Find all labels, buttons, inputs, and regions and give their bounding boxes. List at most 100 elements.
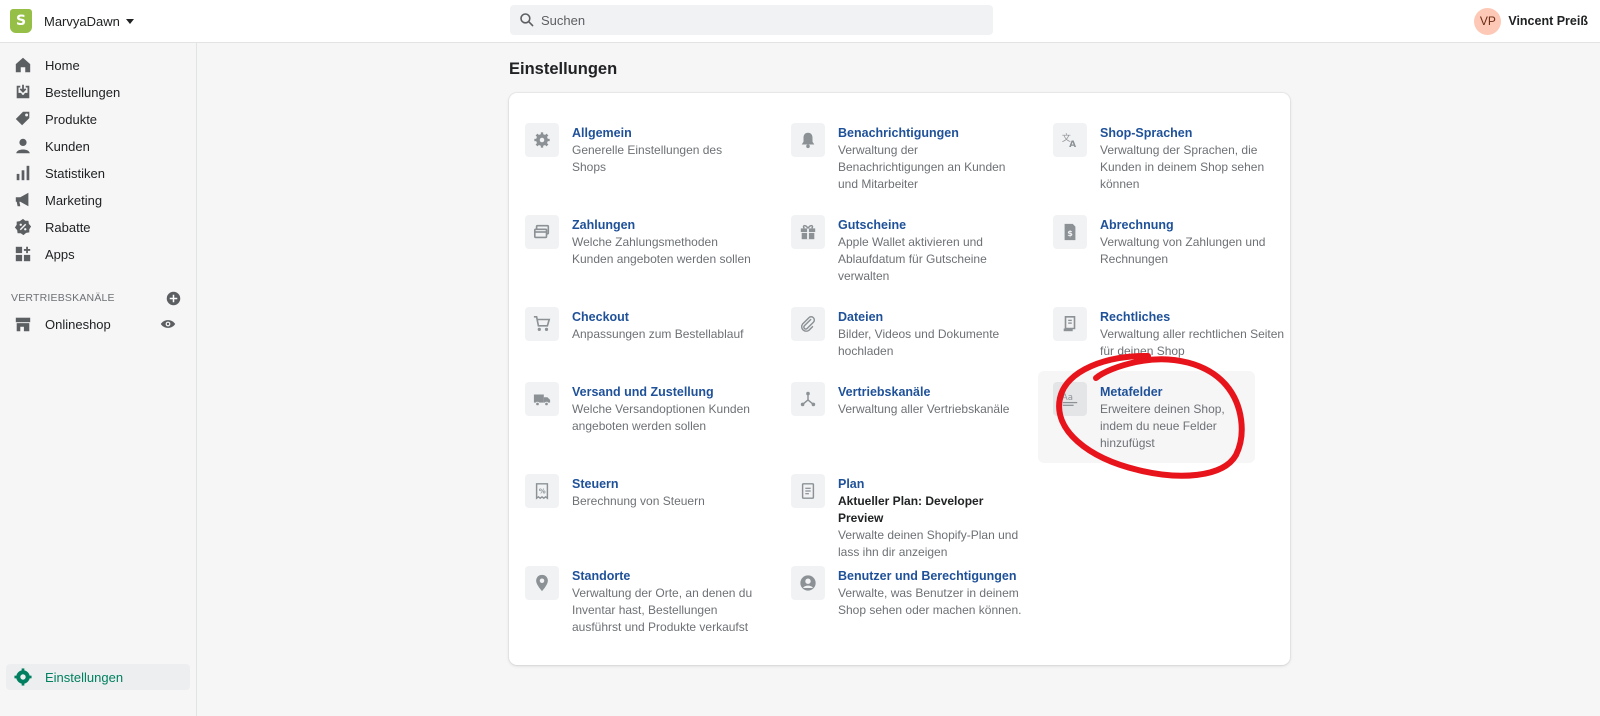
- setting-title: Gutscheine: [838, 218, 907, 232]
- setting-sales-channels[interactable]: Vertriebskanäle Verwaltung aller Vertrieb…: [783, 378, 1033, 422]
- billing-icon: $: [1053, 215, 1087, 249]
- gift-icon: [791, 215, 825, 249]
- avatar: VP: [1474, 7, 1502, 35]
- setting-legal[interactable]: Rechtliches Verwaltung aller rechtlichen …: [1045, 303, 1295, 364]
- setting-description: Verwalte deinen Shopify-Plan und lass ih…: [838, 528, 1019, 559]
- user-name: Vincent Preiß: [1508, 14, 1588, 28]
- sales-channels-label: VERTRIEBSKANÄLE: [11, 292, 115, 304]
- setting-gift-cards[interactable]: Gutscheine Apple Wallet aktivieren und Ab…: [783, 211, 1033, 289]
- megaphone-icon: [15, 192, 29, 207]
- user-circle-icon: [791, 566, 825, 600]
- home-icon: [15, 57, 31, 73]
- sidebar-item-analytics[interactable]: Statistiken: [6, 160, 190, 186]
- apps-icon: [15, 246, 31, 262]
- setting-shop-languages[interactable]: 文A Shop-Sprachen Verwaltung der Sprachen,…: [1045, 119, 1295, 197]
- discount-icon: [14, 218, 32, 236]
- setting-title: Plan: [838, 477, 865, 491]
- sidebar-item-label: Apps: [45, 246, 75, 262]
- setting-users-permissions[interactable]: Benutzer und Berechtigungen Verwalte, was…: [783, 562, 1033, 623]
- sidebar-item-onlineshop[interactable]: Onlineshop: [6, 311, 190, 337]
- sidebar-item-home[interactable]: Home: [6, 52, 190, 78]
- top-bar: MarvyaDawn VP Vincent Preiß: [0, 0, 1600, 43]
- setting-billing[interactable]: $ Abrechnung Verwaltung von Zahlungen und…: [1045, 211, 1295, 272]
- page-title: Einstellungen: [509, 60, 618, 78]
- cart-icon: [525, 307, 559, 341]
- sidebar-item-marketing[interactable]: Marketing: [6, 187, 190, 213]
- paperclip-icon: [791, 307, 825, 341]
- sidebar-item-customers[interactable]: Kunden: [6, 133, 190, 159]
- sidebar-item-orders[interactable]: Bestellungen: [6, 79, 190, 105]
- setting-payments[interactable]: Zahlungen Welche Zahlungsmethoden Kunden …: [517, 211, 767, 272]
- setting-title: Allgemein: [572, 126, 632, 140]
- store-name: MarvyaDawn: [44, 13, 120, 29]
- payment-icon: [525, 215, 559, 249]
- setting-description: Verwaltung aller rechtlichen Seiten für …: [1100, 327, 1285, 358]
- legal-icon: [1053, 307, 1087, 341]
- setting-checkout[interactable]: Checkout Anpassungen zum Bestellablauf: [517, 303, 767, 347]
- setting-plan[interactable]: Plan Aktueller Plan: Developer Preview Ver…: [783, 470, 1033, 565]
- setting-description: Berechnung von Steuern: [572, 494, 705, 508]
- eye-icon[interactable]: [160, 316, 176, 332]
- sidebar-item-label: Rabatte: [45, 219, 91, 235]
- setting-title: Versand und Zustellung: [572, 385, 714, 399]
- setting-files[interactable]: Dateien Bilder, Videos und Dokumente hoch…: [783, 303, 1033, 364]
- bell-icon: [791, 123, 825, 157]
- svg-text:Aa: Aa: [1062, 393, 1073, 403]
- sidebar-item-label: Bestellungen: [45, 84, 121, 100]
- setting-title: Standorte: [572, 569, 631, 583]
- gear-icon: [14, 668, 32, 686]
- setting-description: Erweitere deinen Shop, indem du neue Fel…: [1100, 402, 1225, 450]
- setting-description: Bilder, Videos und Dokumente hochladen: [838, 327, 1000, 358]
- setting-description: Welche Versandoptionen Kunden angeboten …: [572, 402, 750, 433]
- setting-description: Verwaltung der Orte, an denen du Inventa…: [572, 586, 753, 634]
- svg-text:A: A: [1069, 140, 1076, 149]
- setting-description: Welche Zahlungsmethoden Kunden angeboten…: [572, 235, 751, 266]
- sidebar-item-discounts[interactable]: Rabatte: [6, 214, 190, 240]
- setting-description: Anpassungen zum Bestellablauf: [572, 327, 744, 341]
- user-menu[interactable]: VP Vincent Preiß: [1474, 7, 1588, 35]
- sales-channels-header: VERTRIEBSKANÄLE: [11, 289, 181, 307]
- channels-icon: [791, 382, 825, 416]
- store-icon: [15, 317, 31, 332]
- search-bar[interactable]: [510, 5, 993, 35]
- setting-description: Verwaltung von Zahlungen und Rechnungen: [1100, 235, 1266, 266]
- caret-down-icon: [125, 19, 134, 24]
- sidebar-item-products[interactable]: Produkte: [6, 106, 190, 132]
- setting-description: Verwalte, was Benutzer in deinem Shop se…: [838, 586, 1022, 617]
- setting-shipping[interactable]: Versand und Zustellung Welche Versandopti…: [517, 378, 767, 439]
- person-icon: [16, 138, 30, 154]
- sidebar: Home Bestellungen Produkte Kunden Statis…: [0, 43, 197, 716]
- sidebar-item-apps[interactable]: Apps: [6, 241, 190, 267]
- sidebar-item-label: Marketing: [45, 192, 103, 208]
- setting-subtitle: Aktueller Plan: Developer Preview: [838, 494, 984, 525]
- plan-icon: [791, 474, 825, 508]
- setting-title: Checkout: [572, 310, 629, 324]
- setting-metafields[interactable]: Aa Metafelder Erweitere deinen Shop, inde…: [1038, 371, 1255, 463]
- orders-icon: [16, 84, 30, 99]
- setting-title: Benachrichtigungen: [838, 126, 959, 140]
- store-switcher[interactable]: MarvyaDawn: [10, 8, 134, 34]
- setting-title: Metafelder: [1100, 385, 1163, 399]
- sidebar-item-label: Onlineshop: [45, 316, 111, 332]
- add-circle-icon[interactable]: [166, 291, 181, 306]
- sidebar-item-label: Kunden: [45, 138, 90, 154]
- setting-title: Benutzer und Berechtigungen: [838, 569, 1017, 583]
- search-icon: [520, 13, 534, 27]
- setting-title: Zahlungen: [572, 218, 636, 232]
- setting-locations[interactable]: Standorte Verwaltung der Orte, an denen d…: [517, 562, 767, 640]
- location-icon: [525, 566, 559, 600]
- metafields-icon: Aa: [1053, 382, 1087, 416]
- setting-description: Generelle Einstellungen des Shops: [572, 143, 723, 174]
- tag-icon: [15, 111, 30, 126]
- setting-notifications[interactable]: Benachrichtigungen Verwaltung der Benachr…: [783, 119, 1033, 197]
- shopify-logo-icon: [10, 9, 32, 33]
- sidebar-item-label: Home: [45, 57, 80, 73]
- setting-taxes[interactable]: % Steuern Berechnung von Steuern: [517, 470, 767, 514]
- bar-chart-icon: [16, 165, 30, 181]
- setting-general[interactable]: Allgemein Generelle Einstellungen des Sho…: [517, 119, 767, 180]
- setting-description: Verwaltung der Sprachen, die Kunden in d…: [1100, 143, 1265, 191]
- search-input[interactable]: [541, 12, 971, 28]
- sidebar-item-label: Einstellungen: [45, 669, 124, 685]
- sidebar-item-settings[interactable]: Einstellungen: [6, 664, 190, 690]
- sidebar-item-label: Statistiken: [45, 165, 105, 181]
